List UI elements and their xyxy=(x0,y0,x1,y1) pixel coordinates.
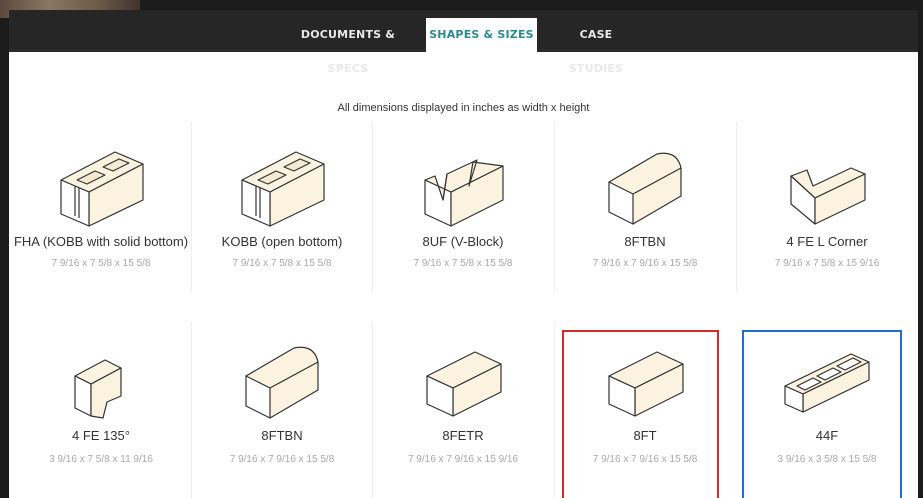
solid-block-icon xyxy=(426,351,502,417)
product-name: 8FTBN xyxy=(624,234,666,249)
tab-bar: DOCUMENTS & SPECS SHAPES & SIZES CASE ST… xyxy=(9,10,918,75)
product-name: FHA (KOBB with solid bottom) xyxy=(13,234,189,249)
v-block-icon xyxy=(424,159,504,227)
product-dimensions: 7 9/16 x 7 5/8 x 15 5/8 xyxy=(232,258,332,269)
product-dimensions: 7 9/16 x 7 5/8 x 15 9/16 xyxy=(774,258,880,269)
tab-documents-specs[interactable]: DOCUMENTS & SPECS xyxy=(287,18,409,75)
product-name: 8FETR xyxy=(442,428,484,443)
cmu-two-core-icon xyxy=(241,151,325,227)
product-name: 8UF (V-Block) xyxy=(422,234,504,249)
product-dimensions: 7 9/16 x 7 5/8 x 15 5/8 xyxy=(413,258,513,269)
product-name: 8FTBN xyxy=(261,428,303,443)
tab-shapes-sizes[interactable]: SHAPES & SIZES xyxy=(426,18,537,52)
product-card[interactable]: KOBB (open bottom) 7 9/16 x 7 5/8 x 15 5… xyxy=(192,146,372,269)
bullnose-block-icon xyxy=(608,152,682,225)
bullnose-block-icon xyxy=(245,346,319,419)
angle-135-icon xyxy=(74,359,122,419)
product-card[interactable]: FHA (KOBB with solid bottom) 7 9/16 x 7 … xyxy=(11,146,191,269)
product-name: 4 FE 135° xyxy=(72,428,130,443)
highlight-box-red xyxy=(562,330,719,498)
product-card[interactable]: 8FETR 7 9/16 x 7 9/16 x 15 9/16 xyxy=(373,340,553,465)
product-dimensions: 7 9/16 x 7 9/16 x 15 5/8 xyxy=(592,258,698,269)
product-card[interactable]: 4 FE 135° 3 9/16 x 7 5/8 x 11 9/16 xyxy=(11,340,191,465)
highlight-box-blue xyxy=(742,330,902,498)
cmu-two-core-icon xyxy=(60,151,144,227)
product-dimensions: 3 9/16 x 7 5/8 x 11 9/16 xyxy=(49,454,153,465)
product-name: KOBB (open bottom) xyxy=(221,234,343,249)
product-name: 4 FE L Corner xyxy=(786,234,868,249)
product-card[interactable]: 8UF (V-Block) 7 9/16 x 7 5/8 x 15 5/8 xyxy=(373,146,553,269)
l-corner-icon xyxy=(790,167,866,225)
dimensions-note: All dimensions displayed in inches as wi… xyxy=(337,102,590,114)
product-card[interactable]: 8FTBN 7 9/16 x 7 9/16 x 15 5/8 xyxy=(555,146,735,269)
product-card[interactable]: 8FTBN 7 9/16 x 7 9/16 x 15 5/8 xyxy=(192,340,372,465)
product-card[interactable]: 4 FE L Corner 7 9/16 x 7 5/8 x 15 9/16 xyxy=(737,146,917,269)
product-dimensions: 7 9/16 x 7 5/8 x 15 5/8 xyxy=(51,258,151,269)
product-dimensions: 7 9/16 x 7 9/16 x 15 9/16 xyxy=(407,454,519,465)
product-dimensions: 7 9/16 x 7 9/16 x 15 5/8 xyxy=(229,454,335,465)
product-panel: DOCUMENTS & SPECS SHAPES & SIZES CASE ST… xyxy=(9,10,921,498)
tab-case-studies[interactable]: CASE STUDIES xyxy=(555,18,637,75)
